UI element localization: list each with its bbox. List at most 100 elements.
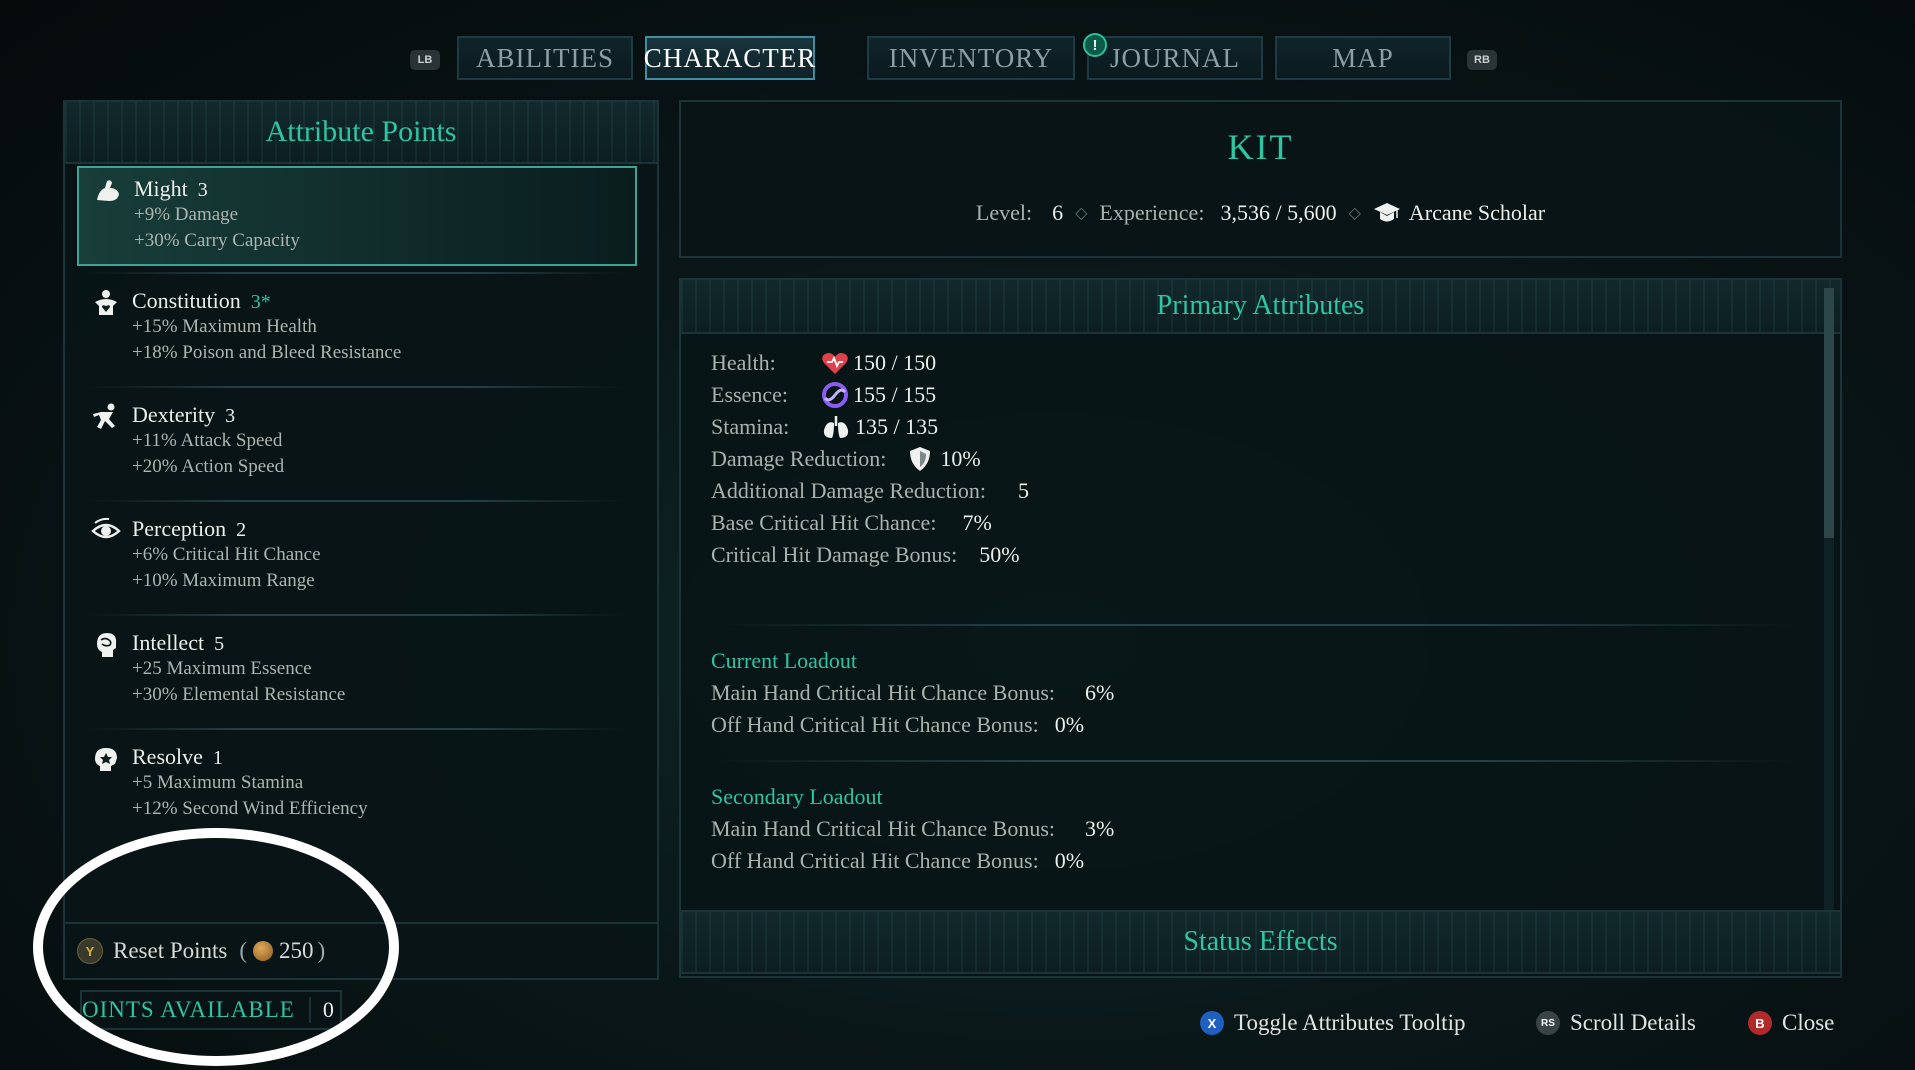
lungs-icon xyxy=(823,416,849,438)
top-tab-bar: LB ABILITIES CHARACTER INVENTORY JOURNAL… xyxy=(405,33,1505,82)
status-effects-title: Status Effects xyxy=(1183,926,1338,957)
crit-damage-bonus-value: 50% xyxy=(979,542,1020,567)
level-label: Level: xyxy=(975,200,1033,225)
close-hint[interactable]: B Close xyxy=(1748,1010,1834,1036)
damage-reduction-label: Damage Reduction: xyxy=(711,446,887,471)
experience-label: Experience: xyxy=(1099,200,1205,225)
lb-bumper-icon[interactable]: LB xyxy=(410,50,440,70)
divider xyxy=(85,386,625,388)
base-crit-chance-label: Base Critical Hit Chance: xyxy=(711,510,937,535)
mortarboard-icon xyxy=(1373,203,1400,222)
current-off-hand-label: Off Hand Critical Hit Chance Bonus: xyxy=(711,712,1039,737)
attribute-effect: +25 Maximum Essence xyxy=(132,658,312,679)
eye-icon xyxy=(91,517,121,539)
secondary-off-hand-row: Off Hand Critical Hit Chance Bonus: 0% xyxy=(711,848,1084,874)
rs-stick-icon: RS xyxy=(1536,1011,1560,1035)
secondary-off-hand-label: Off Hand Critical Hit Chance Bonus: xyxy=(711,848,1039,873)
attribute-points-title: Attribute Points xyxy=(265,115,457,148)
attribute-effect: +9% Damage xyxy=(134,204,239,225)
additional-damage-reduction-label: Additional Damage Reduction: xyxy=(711,478,986,503)
heart-body-icon xyxy=(95,290,117,315)
attribute-resolve[interactable]: Resolve 1 +5 Maximum Stamina +12% Second … xyxy=(77,736,637,836)
tab-character[interactable]: CHARACTER xyxy=(644,36,815,80)
attribute-value: 3 xyxy=(197,179,208,201)
attribute-intellect[interactable]: Intellect 5 +25 Maximum Essence +30% Elem… xyxy=(77,622,637,722)
x-button-icon: X xyxy=(1200,1011,1224,1035)
character-summary: Level: 6 ◇ Experience: 3,536 / 5,600 ◇ A… xyxy=(681,200,1840,226)
additional-damage-reduction-value: 5 xyxy=(1017,478,1029,503)
attribute-effect: +20% Action Speed xyxy=(132,456,285,477)
attribute-name: Resolve xyxy=(132,744,203,769)
scroll-details-hint[interactable]: RS Scroll Details xyxy=(1536,1010,1696,1036)
diamond-separator-icon: ◇ xyxy=(1348,205,1361,222)
attribute-constitution[interactable]: Constitution 3* +15% Maximum Health +18% … xyxy=(77,280,637,380)
tab-map[interactable]: MAP xyxy=(1275,36,1451,80)
toggle-tooltip-hint[interactable]: X Toggle Attributes Tooltip xyxy=(1200,1010,1465,1036)
current-loadout-title: Current Loadout xyxy=(711,648,858,673)
secondary-loadout-title: Secondary Loadout xyxy=(711,784,883,809)
attribute-effect: +12% Second Wind Efficiency xyxy=(132,798,368,819)
attribute-value: 3* xyxy=(250,291,271,313)
divider xyxy=(85,728,625,730)
divider xyxy=(711,624,1801,626)
attribute-effect: +10% Maximum Range xyxy=(132,570,315,591)
arm-flex-icon xyxy=(97,180,119,201)
class-name: Arcane Scholar xyxy=(1408,200,1546,225)
additional-damage-reduction-row: Additional Damage Reduction: 5 xyxy=(711,478,1029,504)
base-crit-chance-value: 7% xyxy=(962,510,992,535)
tab-journal[interactable]: JOURNAL xyxy=(1087,36,1263,80)
rb-bumper-icon[interactable]: RB xyxy=(1467,50,1497,70)
running-figure-icon xyxy=(93,403,115,429)
diamond-separator-icon: ◇ xyxy=(1075,205,1088,222)
primary-attributes-title: Primary Attributes xyxy=(1156,290,1365,321)
crit-damage-bonus-label: Critical Hit Damage Bonus: xyxy=(711,542,958,567)
attribute-name: Might xyxy=(134,176,188,201)
attribute-perception[interactable]: Perception 2 +6% Critical Hit Chance +10%… xyxy=(77,508,637,608)
secondary-main-hand-value: 3% xyxy=(1085,816,1115,841)
secondary-off-hand-value: 0% xyxy=(1054,848,1085,873)
current-off-hand-row: Off Hand Critical Hit Chance Bonus: 0% xyxy=(711,712,1084,738)
crit-damage-bonus-row: Critical Hit Damage Bonus: 50% xyxy=(711,542,1020,568)
stamina-row: Stamina: 135 / 135 xyxy=(711,414,938,440)
attribute-name: Dexterity xyxy=(132,402,216,427)
character-header-panel: KIT Level: 6 ◇ Experience: 3,536 / 5,600… xyxy=(679,100,1842,258)
health-label: Health: xyxy=(711,350,776,375)
stamina-label: Stamina: xyxy=(711,414,790,439)
close-label: Close xyxy=(1782,1010,1835,1035)
attribute-might[interactable]: Might 3 +9% Damage +30% Carry Capacity xyxy=(77,166,637,266)
attribute-name: Intellect xyxy=(132,630,205,655)
divider xyxy=(85,272,625,274)
damage-reduction-row: Damage Reduction: 10% xyxy=(711,446,981,472)
divider xyxy=(711,760,1801,762)
attribute-effect: +5 Maximum Stamina xyxy=(132,772,304,793)
primary-attributes-panel: Primary Attributes Health: 150 / 150 Ess… xyxy=(679,278,1842,978)
attribute-points-header: Attribute Points xyxy=(65,102,657,164)
base-crit-chance-row: Base Critical Hit Chance: 7% xyxy=(711,510,992,536)
experience-value: 3,536 / 5,600 xyxy=(1220,200,1337,225)
current-off-hand-value: 0% xyxy=(1054,712,1085,737)
essence-row: Essence: 155 / 155 xyxy=(711,382,936,408)
tab-inventory[interactable]: INVENTORY xyxy=(867,36,1075,80)
primary-attributes-header: Primary Attributes xyxy=(681,280,1840,334)
stamina-value: 135 / 135 xyxy=(855,414,939,439)
journal-notification-icon: ! xyxy=(1083,33,1107,57)
attribute-effect: +6% Critical Hit Chance xyxy=(132,544,321,565)
essence-label: Essence: xyxy=(711,382,788,407)
divider xyxy=(85,500,625,502)
attribute-name: Perception xyxy=(132,516,227,541)
current-main-hand-value: 6% xyxy=(1085,680,1115,705)
health-row: Health: 150 / 150 xyxy=(711,350,936,376)
attribute-effect: +15% Maximum Health xyxy=(132,316,317,337)
b-button-icon: B xyxy=(1748,1011,1772,1035)
attribute-effect: +30% Carry Capacity xyxy=(134,230,300,251)
attribute-value: 2 xyxy=(236,519,247,541)
current-main-hand-row: Main Hand Critical Hit Chance Bonus: 6% xyxy=(711,680,1114,706)
level-value: 6 xyxy=(1052,200,1064,225)
shield-icon xyxy=(910,447,931,471)
secondary-main-hand-label: Main Hand Critical Hit Chance Bonus: xyxy=(711,816,1055,841)
tab-abilities[interactable]: ABILITIES xyxy=(457,36,633,80)
attribute-dexterity[interactable]: Dexterity 3 +11% Attack Speed +20% Action… xyxy=(77,394,637,494)
highlight-circle xyxy=(33,828,399,1066)
scroll-details-label: Scroll Details xyxy=(1570,1010,1696,1035)
scrollbar-thumb[interactable] xyxy=(1824,288,1834,538)
